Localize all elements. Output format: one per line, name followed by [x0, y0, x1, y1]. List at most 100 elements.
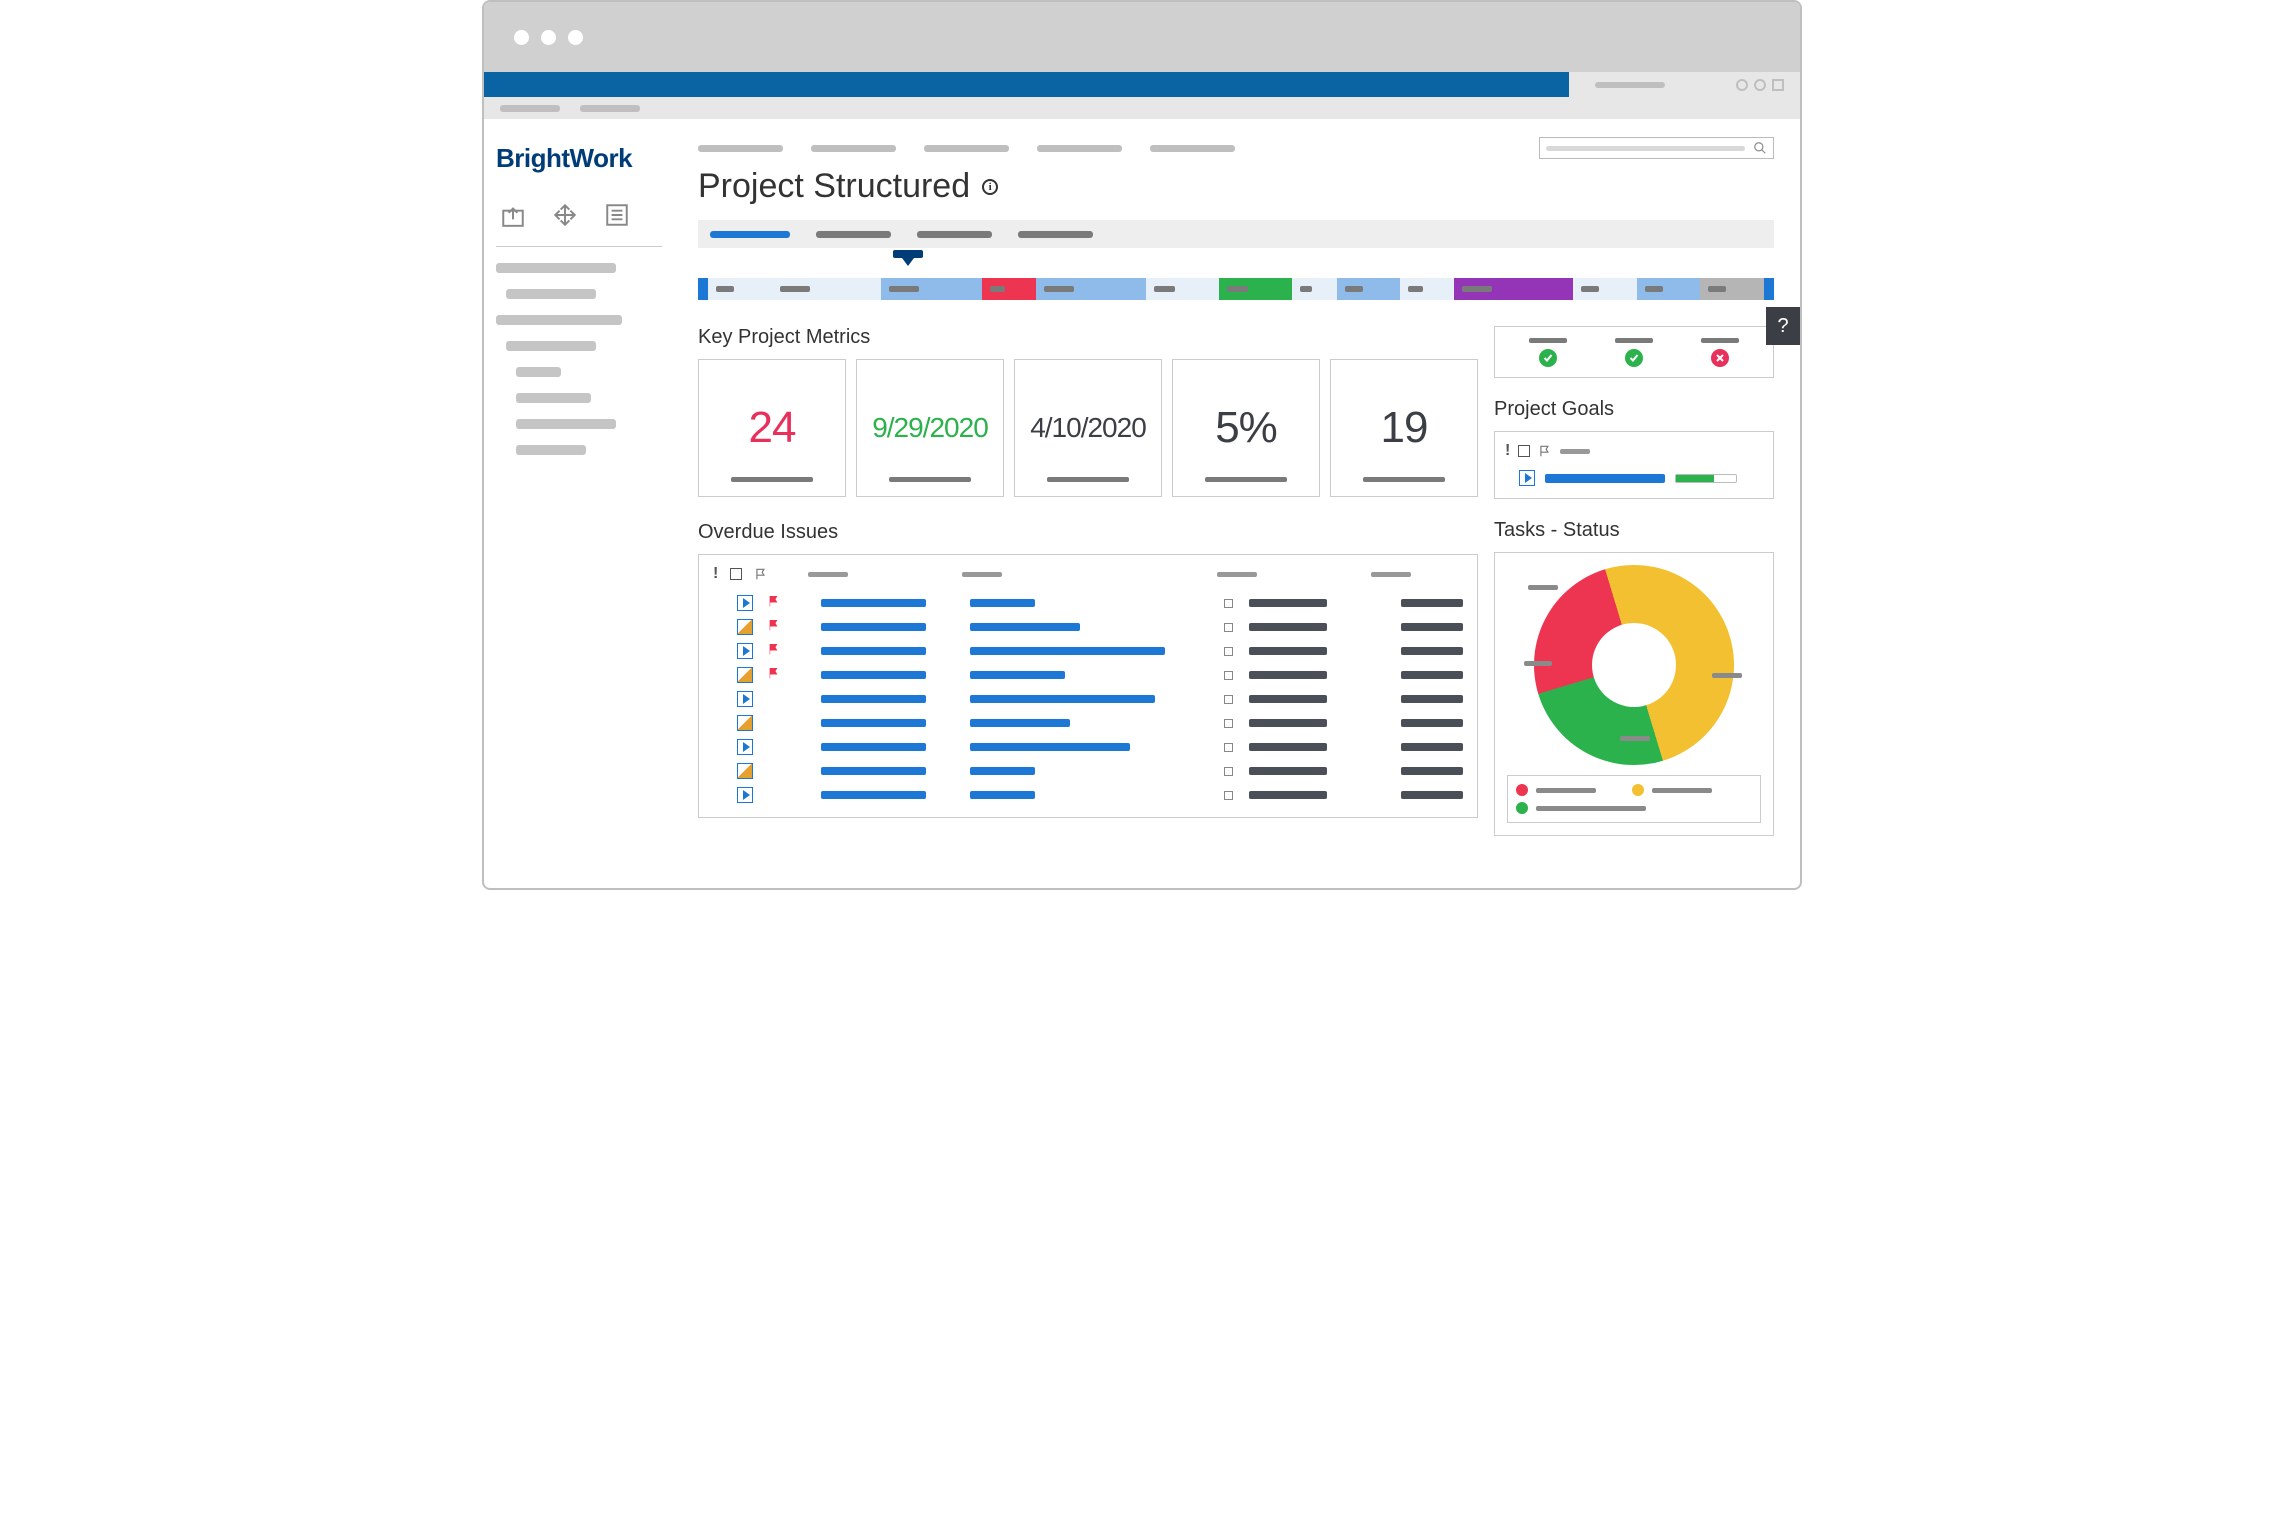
upload-icon[interactable] [500, 202, 526, 228]
col-header[interactable] [962, 572, 1002, 577]
issue-row[interactable] [713, 615, 1463, 639]
tab-item[interactable] [917, 231, 992, 238]
status-indicator [1701, 338, 1739, 367]
timeline-segment[interactable] [982, 278, 1036, 300]
list-icon[interactable] [604, 202, 630, 228]
metric-label [1047, 477, 1129, 482]
tab-item[interactable] [816, 231, 891, 238]
issue-row[interactable] [713, 639, 1463, 663]
breadcrumb-item[interactable] [1150, 145, 1235, 152]
row-checkbox[interactable] [1224, 671, 1233, 680]
timeline-segment[interactable] [1573, 278, 1637, 300]
flag-header-icon[interactable] [754, 567, 768, 581]
ribbon-item[interactable] [500, 105, 560, 112]
timeline-segment[interactable] [1454, 278, 1573, 300]
suite-bar [484, 72, 1800, 97]
slice-label [1524, 661, 1552, 666]
row-checkbox[interactable] [1224, 743, 1233, 752]
ribbon-item[interactable] [580, 105, 640, 112]
issue-row[interactable] [713, 663, 1463, 687]
timeline-segment[interactable] [881, 278, 982, 300]
metric-value: 9/29/2020 [872, 412, 988, 444]
timeline-segment[interactable] [1292, 278, 1337, 300]
issue-row[interactable] [713, 591, 1463, 615]
timeline-segment[interactable] [708, 278, 772, 300]
flag-header-icon[interactable] [1538, 444, 1552, 458]
issue-row[interactable] [713, 783, 1463, 807]
metric-card[interactable]: 24 [698, 359, 846, 497]
timeline-segment[interactable] [772, 278, 882, 300]
checkbox-header-icon[interactable] [730, 568, 742, 580]
tab-active[interactable] [710, 231, 790, 238]
timeline-segment[interactable] [1637, 278, 1701, 300]
issues-header-row: ! [713, 565, 1463, 583]
project-timeline[interactable] [698, 262, 1774, 308]
priority-header-icon[interactable]: ! [1505, 442, 1510, 460]
issue-row[interactable] [713, 711, 1463, 735]
breadcrumb-item[interactable] [698, 145, 783, 152]
issue-row[interactable] [713, 735, 1463, 759]
suite-nav[interactable] [484, 72, 1569, 97]
row-checkbox[interactable] [1224, 599, 1233, 608]
sidebar-nav-item[interactable] [496, 263, 616, 273]
sidebar-nav-item[interactable] [516, 445, 586, 455]
legend-dot [1516, 784, 1528, 796]
breadcrumb-item[interactable] [924, 145, 1009, 152]
info-icon[interactable]: i [982, 179, 998, 195]
settings-icon[interactable] [1736, 79, 1748, 91]
timeline-handle-left[interactable] [698, 278, 708, 300]
metrics-heading: Key Project Metrics [698, 326, 1478, 349]
row-checkbox[interactable] [1224, 719, 1233, 728]
row-checkbox[interactable] [1224, 767, 1233, 776]
metric-card[interactable]: 5% [1172, 359, 1320, 497]
app-launcher-icon[interactable] [1772, 79, 1784, 91]
timeline-segment[interactable] [1219, 278, 1292, 300]
col-header[interactable] [1371, 572, 1411, 577]
window-control-close[interactable] [514, 30, 529, 45]
timeline-handle-right[interactable] [1764, 278, 1774, 300]
ribbon [484, 97, 1800, 119]
col-header[interactable] [1217, 572, 1257, 577]
goal-row[interactable] [1505, 470, 1763, 486]
legend-dot [1632, 784, 1644, 796]
legend-label [1536, 806, 1646, 811]
slice-label [1620, 736, 1650, 741]
metric-card[interactable]: 9/29/2020 [856, 359, 1004, 497]
breadcrumb-item[interactable] [811, 145, 896, 152]
metric-card[interactable]: 4/10/2020 [1014, 359, 1162, 497]
window-control-zoom[interactable] [568, 30, 583, 45]
timeline-segment[interactable] [1146, 278, 1219, 300]
timeline-segment[interactable] [1700, 278, 1764, 300]
col-header[interactable] [808, 572, 848, 577]
sidebar-nav-item[interactable] [516, 367, 561, 377]
issues-heading: Overdue Issues [698, 521, 1478, 544]
legend-label [1536, 788, 1596, 793]
sidebar-nav-item[interactable] [516, 393, 591, 403]
timeline-segment[interactable] [1400, 278, 1454, 300]
metric-value: 4/10/2020 [1030, 412, 1146, 444]
issue-row[interactable] [713, 687, 1463, 711]
move-icon[interactable] [552, 202, 578, 228]
help-button[interactable]: ? [1766, 307, 1800, 345]
timeline-segment[interactable] [1036, 278, 1146, 300]
row-checkbox[interactable] [1224, 695, 1233, 704]
sidebar-nav-item[interactable] [506, 341, 596, 351]
priority-header-icon[interactable]: ! [713, 565, 718, 583]
notifications-icon[interactable] [1754, 79, 1766, 91]
tab-item[interactable] [1018, 231, 1093, 238]
sidebar-nav-item[interactable] [516, 419, 616, 429]
checkbox-header-icon[interactable] [1518, 445, 1530, 457]
row-checkbox[interactable] [1224, 623, 1233, 632]
row-checkbox[interactable] [1224, 791, 1233, 800]
check-icon [1539, 349, 1557, 367]
row-checkbox[interactable] [1224, 647, 1233, 656]
search-input[interactable] [1539, 137, 1774, 159]
sidebar-nav-item[interactable] [496, 315, 622, 325]
breadcrumb-item[interactable] [1037, 145, 1122, 152]
sidebar-nav-item[interactable] [506, 289, 596, 299]
issue-row[interactable] [713, 759, 1463, 783]
window-control-minimize[interactable] [541, 30, 556, 45]
metric-card[interactable]: 19 [1330, 359, 1478, 497]
timeline-segment[interactable] [1337, 278, 1401, 300]
col-header[interactable] [1560, 449, 1590, 454]
